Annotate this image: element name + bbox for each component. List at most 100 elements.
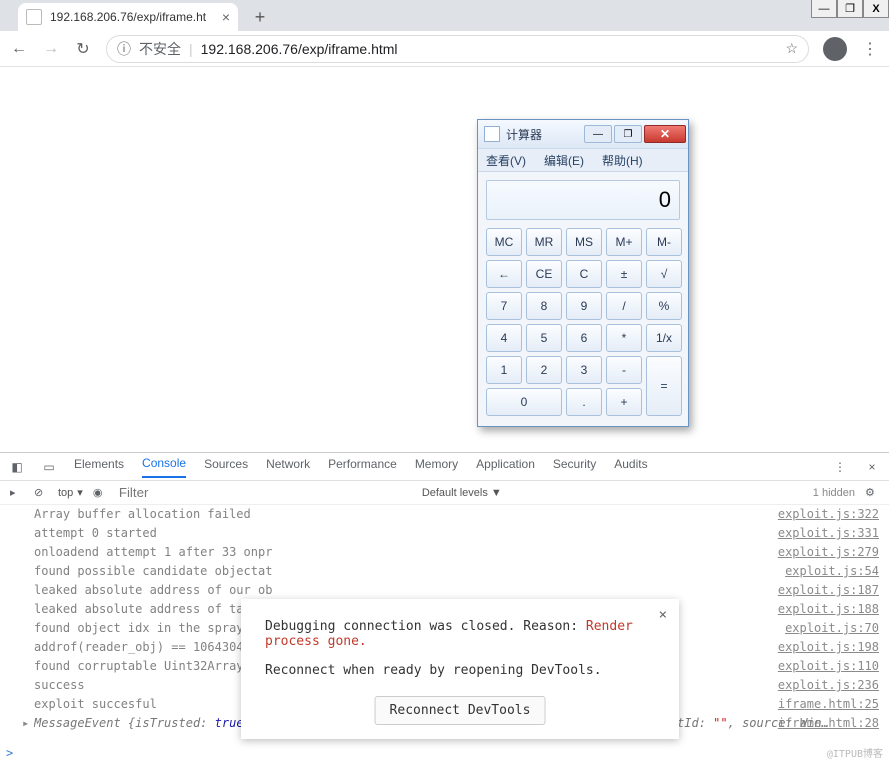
calculator-display: 0 (486, 180, 680, 220)
devtools-menu-icon[interactable]: ⋮ (833, 460, 847, 474)
log-source-link[interactable]: exploit.js:279 (778, 544, 879, 561)
key-5[interactable]: 5 (526, 324, 562, 352)
log-source-link[interactable]: exploit.js:70 (785, 620, 879, 637)
context-selector[interactable]: top▾ (58, 486, 83, 499)
key-decimal[interactable]: . (566, 388, 602, 416)
os-minimize-button[interactable]: — (811, 0, 837, 18)
browser-menu-icon[interactable]: ⋮ (861, 40, 879, 58)
console-filter-input[interactable] (117, 484, 412, 501)
calc-minimize-button[interactable]: — (584, 125, 612, 143)
console-log-line[interactable]: Array buffer allocation failedexploit.js… (0, 505, 889, 524)
reload-button[interactable]: ↻ (74, 40, 92, 58)
calculator-window: 计算器 — ❐ ✕ 查看(V) 编辑(E) 帮助(H) 0 MC MR MS M… (477, 119, 689, 427)
log-source-link[interactable]: exploit.js:198 (778, 639, 879, 656)
log-message: attempt 0 started (34, 525, 829, 542)
new-tab-button[interactable]: + (246, 3, 274, 31)
log-source-link[interactable]: iframe.html:25 (778, 696, 879, 713)
log-source-link[interactable]: exploit.js:54 (785, 563, 879, 580)
tab-performance[interactable]: Performance (328, 457, 397, 477)
tab-audits[interactable]: Audits (614, 457, 647, 477)
close-tab-icon[interactable]: × (222, 9, 230, 25)
key-1[interactable]: 1 (486, 356, 522, 384)
calc-menu-help[interactable]: 帮助(H) (602, 152, 643, 169)
key-add[interactable]: + (606, 388, 642, 416)
key-equals[interactable]: = (646, 356, 682, 416)
device-toolbar-icon[interactable]: ▭ (42, 460, 56, 474)
log-source-link[interactable]: exploit.js:331 (778, 525, 879, 542)
key-mplus[interactable]: M+ (606, 228, 642, 256)
key-mc[interactable]: MC (486, 228, 522, 256)
log-source-link[interactable]: iframe.html:28 (778, 715, 879, 732)
console-log-line[interactable]: onloadend attempt 1 after 33 onprexploit… (0, 543, 889, 562)
key-divide[interactable]: / (606, 292, 642, 320)
bookmark-star-icon[interactable]: ☆ (785, 40, 798, 57)
log-message: Array buffer allocation failed (34, 506, 829, 523)
clear-console-icon[interactable]: ⊘ (34, 486, 48, 500)
log-source-link[interactable]: exploit.js:187 (778, 582, 879, 599)
key-plusminus[interactable]: ± (606, 260, 642, 288)
back-button[interactable]: ← (10, 40, 28, 58)
tab-sources[interactable]: Sources (204, 457, 248, 477)
key-multiply[interactable]: * (606, 324, 642, 352)
key-9[interactable]: 9 (566, 292, 602, 320)
calc-menu-edit[interactable]: 编辑(E) (544, 152, 584, 169)
console-log-line[interactable]: attempt 0 startedexploit.js:331 (0, 524, 889, 543)
calculator-menubar: 查看(V) 编辑(E) 帮助(H) (478, 148, 688, 172)
log-source-link[interactable]: exploit.js:236 (778, 677, 879, 694)
key-4[interactable]: 4 (486, 324, 522, 352)
log-source-link[interactable]: exploit.js:322 (778, 506, 879, 523)
key-reciprocal[interactable]: 1/x (646, 324, 682, 352)
console-settings-icon[interactable]: ⚙ (865, 486, 879, 500)
tab-network[interactable]: Network (266, 457, 310, 477)
log-levels-selector[interactable]: Default levels ▼ (422, 487, 502, 499)
console-log-area[interactable]: Array buffer allocation failedexploit.js… (0, 505, 889, 762)
calc-menu-view[interactable]: 查看(V) (486, 152, 526, 169)
page-viewport: 计算器 — ❐ ✕ 查看(V) 编辑(E) 帮助(H) 0 MC MR MS M… (0, 67, 889, 452)
expand-triangle-icon[interactable]: ▸ (22, 715, 29, 732)
key-sqrt[interactable]: √ (646, 260, 682, 288)
os-maximize-button[interactable]: ❐ (837, 0, 863, 18)
console-log-line[interactable]: found possible candidate objectatexploit… (0, 562, 889, 581)
key-6[interactable]: 6 (566, 324, 602, 352)
key-subtract[interactable]: - (606, 356, 642, 384)
key-mr[interactable]: MR (526, 228, 562, 256)
site-info-icon[interactable]: ⓘ (117, 39, 131, 59)
tab-elements[interactable]: Elements (74, 457, 124, 477)
tab-memory[interactable]: Memory (415, 457, 458, 477)
inspect-icon[interactable]: ◧ (10, 460, 24, 474)
key-percent[interactable]: % (646, 292, 682, 320)
key-backspace[interactable]: ← (486, 260, 522, 288)
live-expression-icon[interactable]: ◉ (93, 486, 107, 500)
key-3[interactable]: 3 (566, 356, 602, 384)
key-7[interactable]: 7 (486, 292, 522, 320)
dialog-line2: Reconnect when ready by reopening DevToo… (265, 663, 655, 678)
calc-maximize-button[interactable]: ❐ (614, 125, 642, 143)
calc-close-button[interactable]: ✕ (644, 125, 686, 143)
tab-console[interactable]: Console (142, 456, 186, 478)
reconnect-devtools-button[interactable]: Reconnect DevTools (375, 696, 546, 725)
tab-security[interactable]: Security (553, 457, 596, 477)
browser-tab[interactable]: 192.168.206.76/exp/iframe.ht × (18, 3, 238, 31)
key-ce[interactable]: CE (526, 260, 562, 288)
key-mminus[interactable]: M- (646, 228, 682, 256)
console-log-line[interactable]: leaked absolute address of our obexploit… (0, 581, 889, 600)
calculator-titlebar[interactable]: 计算器 — ❐ ✕ (478, 120, 688, 148)
devtools-panel: ◧ ▭ Elements Console Sources Network Per… (0, 452, 889, 762)
log-source-link[interactable]: exploit.js:110 (778, 658, 879, 675)
dialog-close-icon[interactable]: × (659, 607, 667, 623)
console-toolbar: ▸ ⊘ top▾ ◉ Default levels ▼ 1 hidden ⚙ (0, 481, 889, 505)
console-sidebar-toggle-icon[interactable]: ▸ (10, 486, 24, 500)
key-8[interactable]: 8 (526, 292, 562, 320)
key-0[interactable]: 0 (486, 388, 562, 416)
console-prompt[interactable]: > (6, 746, 13, 760)
key-c[interactable]: C (566, 260, 602, 288)
devtools-tabbar: ◧ ▭ Elements Console Sources Network Per… (0, 453, 889, 481)
key-ms[interactable]: MS (566, 228, 602, 256)
log-source-link[interactable]: exploit.js:188 (778, 601, 879, 618)
devtools-close-icon[interactable]: × (865, 460, 879, 474)
key-2[interactable]: 2 (526, 356, 562, 384)
profile-avatar[interactable] (823, 37, 847, 61)
tab-application[interactable]: Application (476, 457, 535, 477)
address-bar[interactable]: ⓘ 不安全 | 192.168.206.76/exp/iframe.html ☆ (106, 35, 809, 63)
os-close-button[interactable]: X (863, 0, 889, 18)
